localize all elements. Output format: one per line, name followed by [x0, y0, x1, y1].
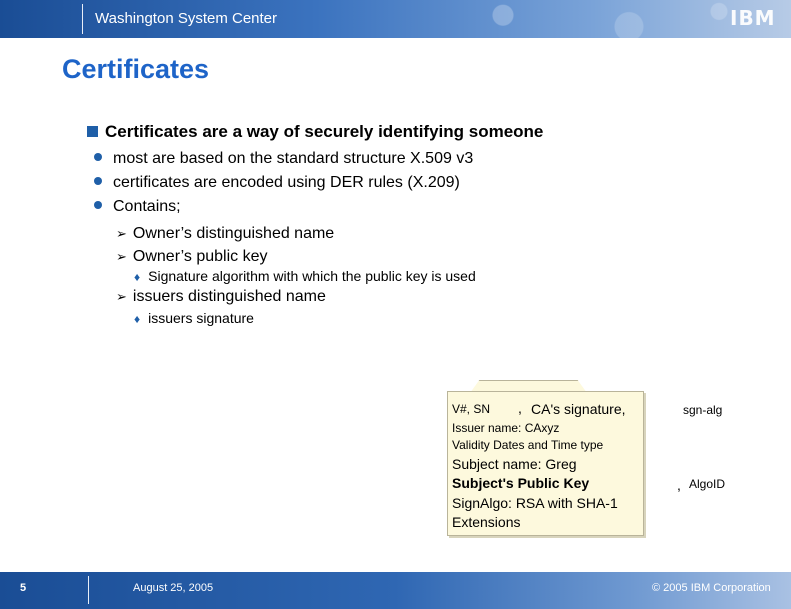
diamond-bullet-icon: ♦	[134, 312, 141, 326]
cert-public-key: Subject's Public Key	[452, 475, 590, 491]
sub-bullet-text: certificates are encoded using DER rules…	[113, 174, 460, 191]
diamond-bullet-icon: ♦	[134, 270, 141, 284]
sub-bullet: certificates are encoded using DER rules…	[94, 174, 460, 192]
dot-bullet-icon	[94, 177, 102, 185]
sub-bullet: most are based on the standard structure…	[94, 150, 473, 168]
dot-bullet-icon	[94, 153, 102, 161]
algo-id-label: AlgoID	[689, 477, 726, 491]
cert-sign-algo: SignAlgo: RSA with SHA-1	[452, 495, 618, 511]
arrow-bullet-icon: ➢	[116, 249, 127, 264]
contains-item: ➢ Owner’s public key	[116, 248, 267, 266]
footer-bar: 5 August 25, 2005 © 2005 IBM Corporation	[0, 572, 791, 609]
sub-bullet-text: Contains;	[113, 198, 181, 215]
footer-date: August 25, 2005	[133, 582, 214, 594]
header-bar: Washington System Center IBM	[0, 0, 791, 38]
detail-item: ♦ issuers signature	[134, 310, 254, 326]
algo-comma: ,	[677, 477, 681, 493]
slide-title: Certificates	[62, 54, 210, 84]
arrow-bullet-icon: ➢	[116, 226, 127, 241]
sgn-alg-label: sgn-alg	[683, 403, 723, 417]
cert-issuer: Issuer name: CAxyz	[452, 421, 560, 435]
footer-divider	[88, 576, 89, 604]
detail-item-text: Signature algorithm with which the publi…	[148, 268, 476, 284]
contains-item: ➢ Owner’s distinguished name	[116, 225, 334, 243]
contains-item-text: Owner’s public key	[132, 248, 268, 265]
square-bullet-icon	[87, 126, 98, 137]
dot-bullet-icon	[94, 201, 102, 209]
arrow-bullet-icon: ➢	[116, 289, 127, 304]
contains-item-text: Owner’s distinguished name	[132, 225, 335, 242]
main-bullet-text: Certificates are a way of securely ident…	[105, 122, 544, 141]
header-title: Washington System Center	[95, 10, 278, 27]
cert-subject: Subject name: Greg	[452, 456, 577, 472]
footer-copyright: © 2005 IBM Corporation	[652, 582, 771, 594]
detail-item: ♦ Signature algorithm with which the publ…	[134, 268, 476, 284]
contains-item: ➢ issuers distinguished name	[116, 288, 326, 306]
contains-item-text: issuers distinguished name	[132, 288, 326, 305]
cert-extensions: Extensions	[452, 514, 521, 530]
main-bullet: Certificates are a way of securely ident…	[87, 122, 543, 142]
ibm-logo: IBM	[730, 6, 782, 30]
header-divider	[82, 4, 83, 34]
cert-ca-signature: CA's signature,	[531, 401, 626, 417]
detail-item-text: issuers signature	[148, 310, 254, 326]
sub-bullet: Contains;	[94, 198, 181, 216]
cert-version-serial: V#, SN	[452, 402, 491, 416]
cert-comma: ,	[518, 400, 522, 416]
sub-bullet-text: most are based on the standard structure…	[113, 150, 474, 167]
page-number: 5	[20, 582, 27, 594]
cert-validity: Validity Dates and Time type	[452, 438, 604, 452]
